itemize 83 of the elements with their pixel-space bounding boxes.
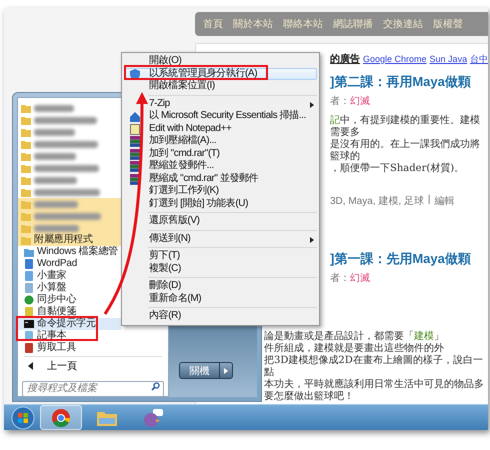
menu-item[interactable]: Edit with Notepad++ (124, 122, 317, 135)
start-orb-icon[interactable] (10, 406, 36, 430)
menu-item[interactable]: 以 Microsoft Security Essentials 掃描... (124, 110, 317, 122)
menu-item[interactable]: 釘選到工作列(K) (124, 185, 317, 198)
program-folder[interactable] (18, 198, 121, 210)
note-icon (24, 307, 34, 317)
menu-item[interactable]: 壓縮並發郵件... (124, 160, 317, 172)
menu-item[interactable]: 加到 "cmd.rar"(T) (124, 148, 317, 160)
menu-item[interactable]: 重新命名(M) (124, 292, 317, 305)
post-title[interactable]: ]第一課：先用Maya做顆 (330, 250, 471, 268)
blurred-label (34, 164, 99, 172)
program-item[interactable]: WordPad (18, 258, 121, 270)
paragraph-line: 是沒有用的。在上一課我們成功將籃球的 (330, 139, 481, 162)
books-icon (129, 174, 141, 184)
blurred-label (34, 200, 78, 208)
folder-icon (97, 410, 117, 426)
ad-link[interactable]: 台中 (470, 53, 488, 66)
program-item[interactable]: 剪取工具 (18, 342, 121, 354)
menu-item[interactable]: 壓縮成 "cmd.rar" 並發郵件 (124, 172, 317, 185)
menu-item[interactable]: 7-Zip (124, 98, 317, 110)
house-icon (129, 111, 141, 122)
blurred-label (34, 104, 74, 112)
tag-separator: | (428, 194, 431, 207)
blurred-label (34, 212, 101, 220)
browser-icon (52, 408, 70, 426)
search-field[interactable]: 搜尋程式及檔案 (22, 380, 164, 396)
blurred-label (34, 188, 100, 196)
back-arrow-icon (28, 362, 33, 370)
program-item[interactable]: 自黏便箋 (18, 306, 121, 318)
paragraph-line: 件所組成，建模就是要畫出這些物件的外 (264, 343, 445, 354)
menu-item[interactable]: 開啟(O) (124, 55, 317, 68)
caret-icon (224, 368, 228, 374)
program-item[interactable]: 小算盤 (18, 282, 121, 294)
terminal-icon (24, 319, 34, 329)
post-author: 者：幻滅 (330, 272, 370, 285)
program-item[interactable]: Windows 檔案總管 (18, 246, 121, 258)
edit-link[interactable]: 編輯 (434, 194, 455, 208)
ad-link[interactable]: Sun Java (430, 54, 468, 64)
menu-item[interactable]: 還原舊版(V) (124, 215, 317, 228)
program-item[interactable]: 小畫家 (18, 270, 121, 282)
menu-item[interactable]: 複製(C) (124, 262, 317, 275)
menu-item[interactable]: 傳送到(N) (124, 232, 317, 245)
blurred-label (34, 116, 97, 124)
post-author: 者：幻滅 (330, 94, 370, 108)
search-icon (151, 382, 160, 391)
menu-item[interactable]: 開啟檔案位置(I) (124, 80, 317, 92)
ad-link[interactable]: Google Chrome (363, 54, 427, 64)
submenu-arrow-icon (310, 102, 314, 108)
paragraph-line: 論是動畫或是產品設計，都需要「建模」 (264, 331, 445, 342)
program-folder[interactable]: 附屬應用程式 (18, 234, 121, 246)
menu-item[interactable]: 加到壓縮檔(A)... (124, 135, 317, 148)
back-item[interactable]: 上一頁 (24, 356, 162, 375)
program-folder[interactable] (18, 222, 121, 234)
menu-item[interactable]: 釘選到 [開始] 功能表(U) (124, 198, 317, 210)
blurred-label (34, 224, 79, 232)
submenu-arrow-icon (310, 236, 314, 242)
taskbar-button[interactable] (40, 405, 82, 430)
paragraph-line: 記中，有提到建模的重要性。建模需要多 (330, 115, 481, 138)
paragraph-line: 本功夫，平時就應該利用日常生活中可見的物品多 (264, 379, 484, 390)
menu-item[interactable]: 內容(R) (124, 310, 317, 322)
post-tags: 3D, Maya, 建模, 足球 (330, 194, 424, 208)
blurred-label (34, 128, 75, 136)
menu-item[interactable]: 剪下(T) (124, 250, 317, 262)
blurred-label (34, 152, 76, 160)
paragraph-line: 要怎麼做出籃球吧！ (264, 391, 355, 403)
paragraph-line: 把3D建模想像成2D在畫布上繪圖的樣子，說白一點 (264, 355, 484, 378)
bird-icon (143, 408, 163, 426)
books-icon (129, 148, 141, 160)
blurred-label (34, 140, 98, 148)
shield-icon (129, 68, 141, 80)
program-folder[interactable] (18, 210, 121, 222)
books-icon (129, 136, 141, 147)
program-item[interactable]: 記事本 (18, 330, 121, 342)
blurred-label (34, 176, 77, 184)
program-item[interactable]: 同步中心 (18, 294, 121, 306)
post-title[interactable]: ]第二課：再用Maya做顆 (330, 73, 471, 91)
document-icon (24, 259, 34, 269)
ad-label: 的廣告 (330, 52, 360, 66)
books-icon (129, 161, 141, 172)
paragraph-line: ，順便帶一下Shader(材質)。 (330, 163, 466, 175)
shutdown-button[interactable]: 關機 (179, 362, 233, 379)
menu-item[interactable]: 刪除(D) (124, 280, 317, 292)
program-item[interactable]: 命令提示字元 (18, 318, 121, 330)
